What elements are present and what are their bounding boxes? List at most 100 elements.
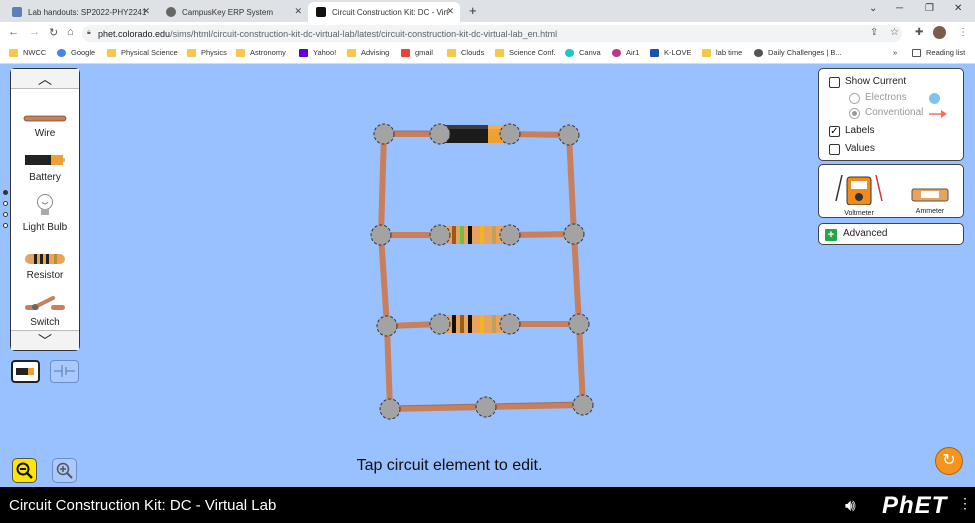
circuit-vertex[interactable] — [499, 123, 521, 145]
close-icon[interactable]: ✕ — [294, 6, 302, 17]
circuit-vertex[interactable] — [563, 223, 585, 245]
bookmark-daily-challenges[interactable]: Daily Challenges | B... — [754, 48, 842, 57]
wire[interactable] — [378, 131, 387, 238]
bookmark-label: Physical Science — [121, 48, 178, 57]
home-icon[interactable]: ⌂ — [67, 26, 74, 38]
labels-label: Labels — [845, 125, 875, 136]
bookmark-advising[interactable]: Advising — [347, 48, 389, 57]
circuit-vertex[interactable] — [499, 313, 521, 335]
voltmeter-label: Voltmeter — [844, 210, 874, 217]
bookmark-physics[interactable]: Physics — [187, 48, 227, 57]
bookmark-label: Astronomy — [250, 48, 286, 57]
circuit-vertex[interactable] — [499, 224, 521, 246]
tap-to-edit-hint: Tap circuit element to edit. — [356, 457, 543, 474]
show-current-label: Show Current — [845, 76, 907, 87]
zoom-in-button[interactable] — [52, 458, 77, 483]
labels-checkbox[interactable]: ✓ — [829, 126, 840, 137]
wire[interactable] — [571, 231, 582, 327]
voltmeter-tool[interactable]: Voltmeter — [833, 171, 885, 217]
conventional-radio[interactable] — [849, 108, 860, 119]
circuit-vertex[interactable] — [558, 124, 580, 146]
close-icon[interactable]: ✕ — [446, 6, 454, 17]
address-bar[interactable]: 🔒︎ phet.colorado.edu/sims/html/circuit-c… — [82, 25, 902, 42]
simulation-area[interactable]: ︿ Wire Battery Light Bulb Resistor Switc… — [0, 64, 975, 487]
more-bookmarks-button[interactable]: » — [893, 48, 897, 57]
bookmark-science-conf[interactable]: Science Conf. — [495, 48, 556, 57]
ammeter-tool[interactable]: Ammeter — [909, 187, 951, 215]
window-close-icon[interactable]: ✕ — [954, 3, 962, 14]
reload-icon[interactable]: ↻ — [49, 26, 58, 39]
new-tab-button[interactable]: + — [469, 3, 477, 18]
circuit-vertex[interactable] — [373, 123, 395, 145]
browser-menu-icon[interactable]: ⋮ — [958, 27, 968, 38]
wire[interactable] — [483, 402, 586, 410]
back-icon[interactable]: ← — [8, 26, 19, 38]
bookmark-label: Yahoo! — [313, 48, 337, 57]
circuit-vertex[interactable] — [429, 313, 451, 335]
circuit-vertex[interactable] — [370, 224, 392, 246]
profile-avatar[interactable] — [933, 26, 946, 39]
wire[interactable] — [384, 323, 393, 412]
bookmark-yahoo[interactable]: Yahoo! — [299, 48, 336, 57]
tab-campuskey[interactable]: CampusKey ERP System ✕ — [158, 2, 308, 22]
bookmark-label: Science Conf. — [509, 48, 556, 57]
phet-logo[interactable]: PhET — [882, 492, 947, 520]
electrons-label: Electrons — [865, 92, 907, 103]
bookmark-astronomy[interactable]: Astronomy — [236, 48, 286, 57]
reset-all-button[interactable]: ↻ — [935, 447, 963, 475]
gmail-icon — [401, 48, 410, 57]
minimize-icon[interactable]: ─ — [896, 3, 903, 14]
maximize-icon[interactable]: ❐ — [925, 3, 934, 14]
zoom-in-icon — [56, 462, 73, 479]
circuit-vertex[interactable] — [475, 396, 497, 418]
reading-list-button[interactable]: Reading list — [912, 48, 965, 57]
phet-favicon-icon — [316, 7, 326, 17]
bookmark-label: K-LOVE — [664, 48, 692, 57]
circuit-vertex[interactable] — [429, 224, 451, 246]
bookmark-lab-time[interactable]: lab time — [702, 48, 742, 57]
circuit-vertex[interactable] — [572, 394, 594, 416]
values-checkbox[interactable] — [829, 144, 840, 155]
tab-lab-handouts[interactable]: Lab handouts: SP2022-PHY2241... ✕ — [4, 2, 156, 22]
sound-toggle-icon[interactable]: 🔊︎ — [845, 496, 856, 516]
circuit-vertex[interactable] — [429, 123, 451, 145]
measurement-tools-panel: Voltmeter Ammeter — [818, 164, 964, 218]
extensions-icon[interactable]: ✚ — [915, 27, 923, 38]
wire[interactable] — [387, 404, 489, 412]
bookmark-canva[interactable]: Canva — [565, 48, 601, 57]
conventional-label: Conventional — [865, 107, 924, 118]
bookmark-physical-science[interactable]: Physical Science — [107, 48, 178, 57]
globe-icon — [166, 7, 176, 17]
zoom-out-button[interactable] — [12, 458, 37, 483]
wire[interactable] — [566, 132, 577, 237]
bookmark-clouds[interactable]: Clouds — [447, 48, 484, 57]
wire[interactable] — [378, 232, 390, 329]
tab-search-icon[interactable]: ⌄ — [869, 3, 877, 14]
electron-icon — [929, 93, 940, 104]
phet-menu-icon[interactable]: ⋮ — [958, 495, 972, 512]
bookmark-gmail[interactable]: gmail — [401, 48, 433, 57]
close-icon[interactable]: ✕ — [142, 6, 150, 17]
tab-circuit-construction-kit[interactable]: Circuit Construction Kit: DC - Virt ✕ — [308, 2, 460, 22]
folder-icon — [187, 48, 196, 57]
bookmark-google[interactable]: Google — [57, 48, 95, 57]
show-current-checkbox[interactable] — [829, 77, 840, 88]
bookmark-air1[interactable]: Air1 — [612, 48, 639, 57]
bookmark-klove[interactable]: K-LOVE — [650, 48, 692, 57]
circuit-vertex[interactable] — [376, 315, 398, 337]
bookmark-label: Daily Challenges | B... — [768, 48, 842, 57]
forward-icon[interactable]: → — [29, 26, 40, 38]
expand-plus-icon[interactable]: + — [825, 229, 837, 241]
bookmark-label: lab time — [716, 48, 743, 57]
phet-navigation-bar: Circuit Construction Kit: DC - Virtual L… — [0, 487, 975, 523]
share-icon[interactable]: ⇪ — [870, 27, 878, 38]
reset-icon: ↻ — [942, 452, 956, 469]
globe-icon — [754, 48, 763, 57]
electrons-radio[interactable] — [849, 93, 860, 104]
advanced-accordion[interactable]: + Advanced — [818, 223, 964, 245]
bookmark-nwcc[interactable]: NWCC — [9, 48, 46, 57]
circuit-vertex[interactable] — [568, 313, 590, 335]
bookmark-star-icon[interactable]: ☆ — [890, 27, 899, 38]
circuit-vertex[interactable] — [379, 398, 401, 420]
wire[interactable] — [576, 321, 586, 408]
